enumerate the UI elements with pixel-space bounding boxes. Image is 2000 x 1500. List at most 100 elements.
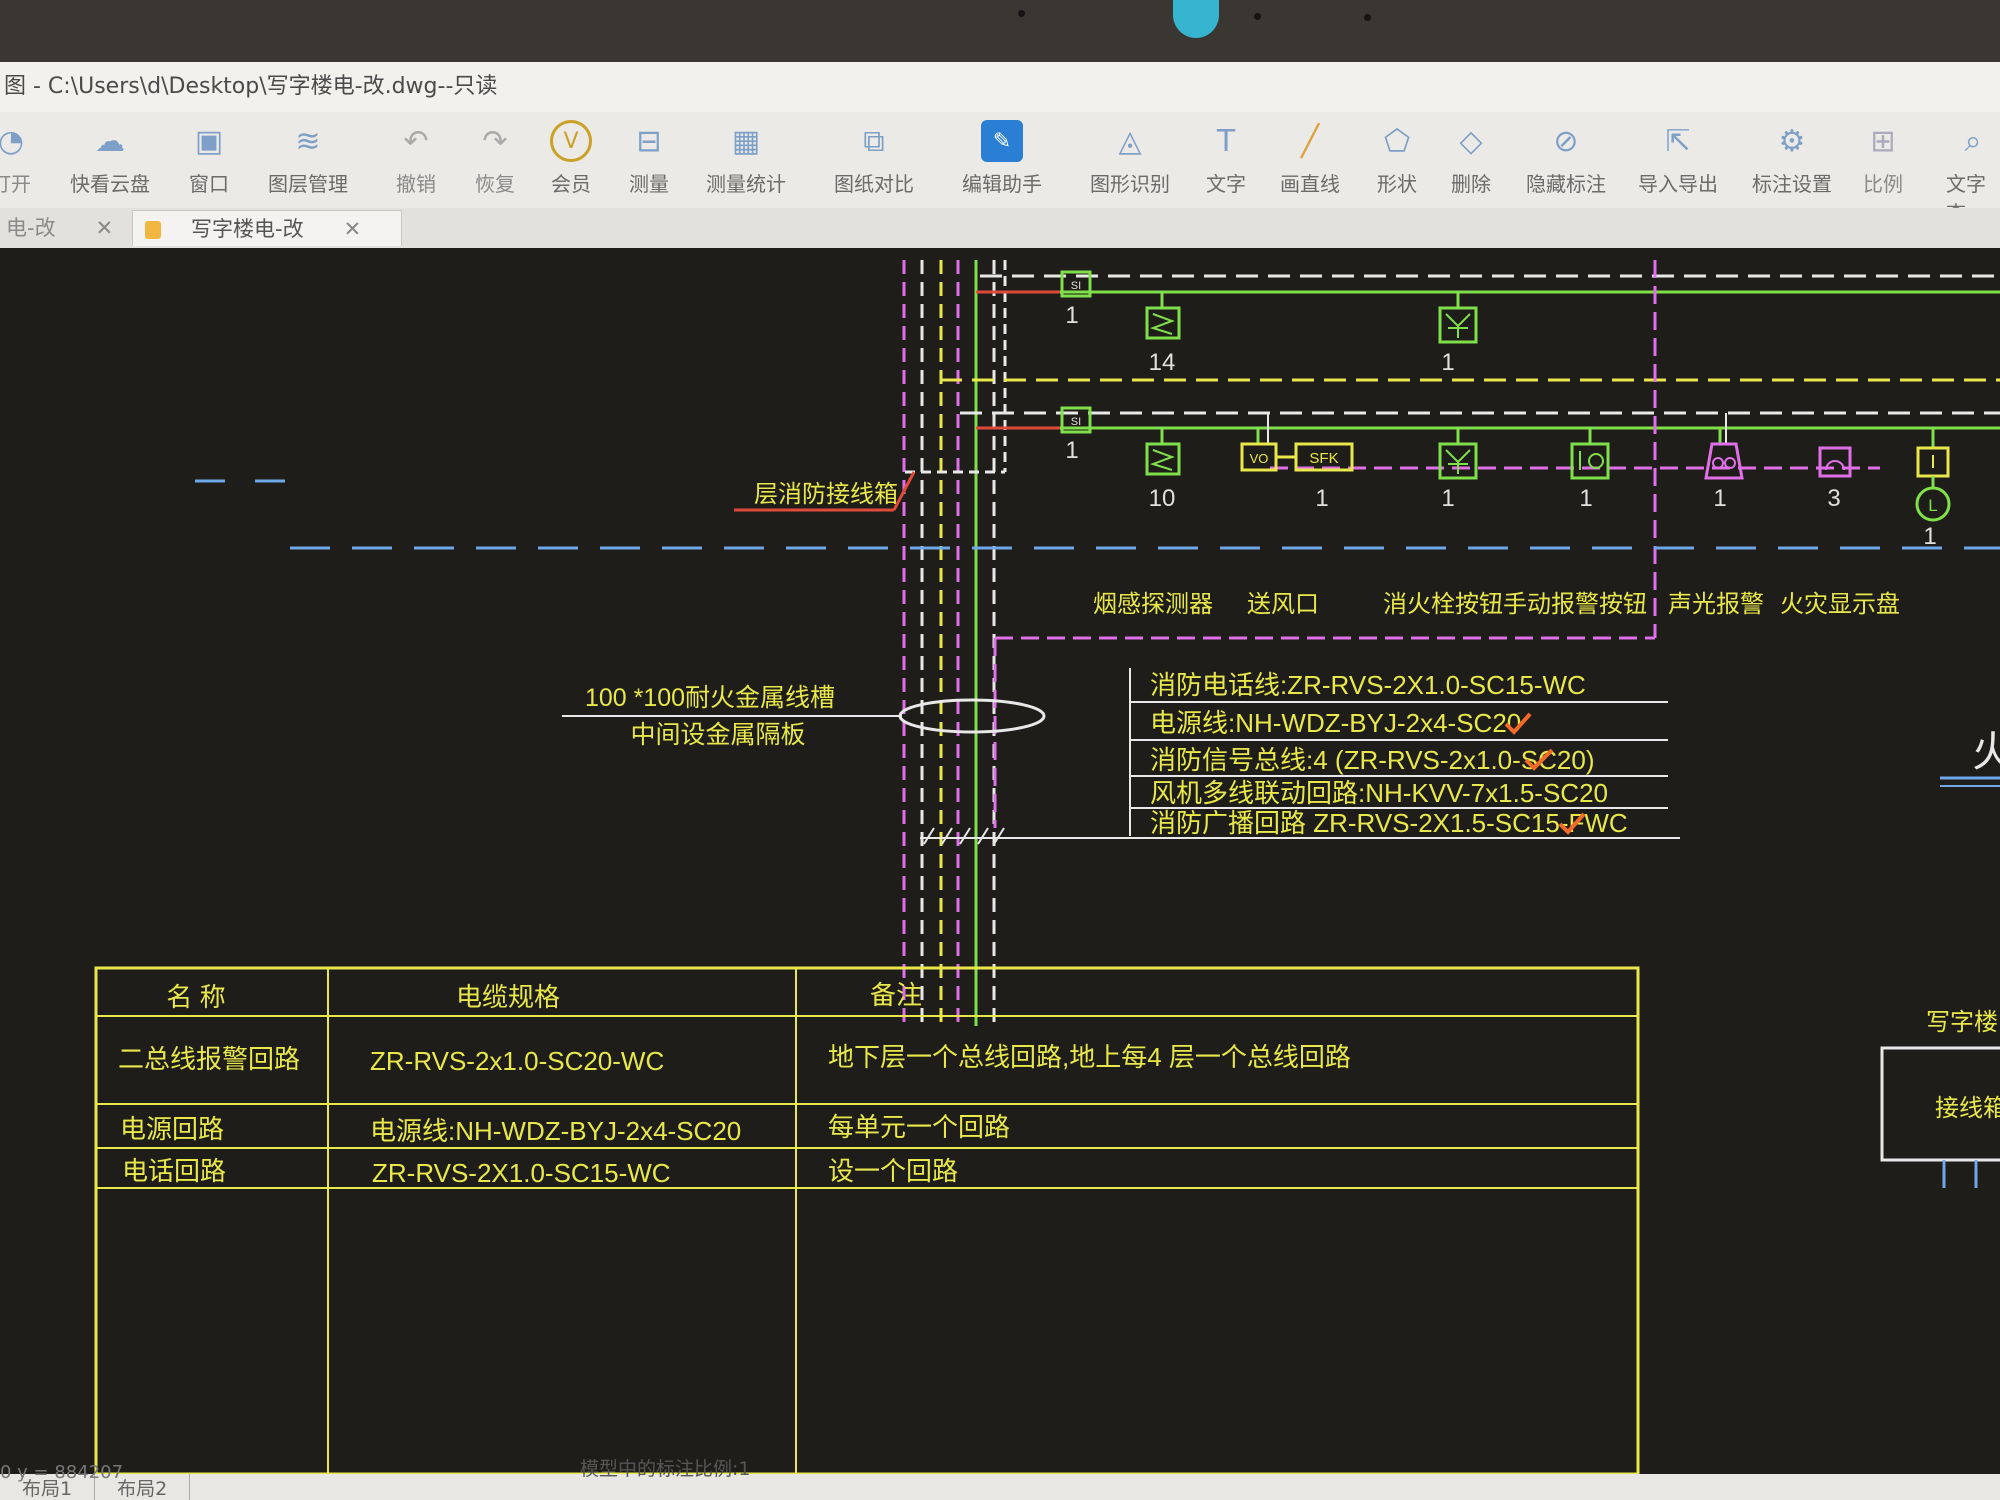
toolbar-line-button[interactable]: ╱ 画直线: [1280, 120, 1340, 197]
counts-row1: 1 14 1: [1065, 302, 1454, 376]
edit-helper-icon: ✎: [981, 120, 1023, 162]
main-toolbar: ◔ 打开 ☁ 快看云盘 ▣ 窗口 ≋ 图层管理 ↶ 撤销 ↷ 恢复 V 会员 ⊟ 测量 ▦ 测量统…: [0, 112, 2000, 225]
shape-icon: ⬠: [1383, 123, 1411, 159]
device-name-label: 消火栓按钮: [1383, 591, 1503, 618]
table-cell: ZR-RVS-2x1.0-SC20-WC: [370, 1046, 664, 1076]
manual-alarm-button[interactable]: [1570, 428, 1610, 480]
device-name-label: 声光报警: [1668, 591, 1764, 618]
device-name-label: 火灾显示盘: [1780, 591, 1900, 618]
count-label: 1: [1065, 437, 1078, 464]
toolbar-measure-stats-button[interactable]: ▦ 测量统计: [706, 120, 786, 197]
text-icon: T: [1216, 123, 1236, 159]
toolbar-cloud-button[interactable]: ☁ 快看云盘: [70, 120, 150, 197]
table-header: 电缆规格: [456, 982, 560, 1012]
table-cell: 电源线:NH-WDZ-BYJ-2x4-SC20: [370, 1116, 741, 1146]
table-header: 名 称: [166, 982, 225, 1012]
vo-module[interactable]: VO SFK: [1240, 413, 1354, 472]
metal-trunking: 100 *100耐火金属线槽 中间设金属隔板: [562, 684, 1046, 749]
svg-text:VO: VO: [1250, 451, 1269, 466]
floor-junction-box-label: 层消防接线箱: [734, 471, 916, 512]
smoke-detector-row1[interactable]: [1145, 292, 1181, 340]
text-search-icon: ⌕: [1964, 123, 1982, 159]
toolbar-redo-button[interactable]: ↷ 恢复: [474, 120, 516, 197]
count-label: 1: [1579, 485, 1592, 512]
count-label: 3: [1827, 485, 1840, 512]
app-screen: 图 - C:\Users\d\Desktop\写字楼电-改.dwg--只读 ◔ 打…: [0, 62, 2000, 1500]
annotation-settings-icon: ⚙: [1778, 123, 1806, 159]
l-module[interactable]: L: [1915, 428, 1951, 522]
table-header: 备注: [870, 980, 922, 1010]
redo-icon: ↷: [482, 123, 508, 159]
close-icon[interactable]: ✕: [344, 217, 362, 241]
right-box-label: 接线箱: [1935, 1095, 2000, 1122]
toolbar-compare-button[interactable]: ⧉ 图纸对比: [834, 120, 914, 197]
status-bar: [0, 1474, 2000, 1500]
drawing-canvas[interactable]: SI SI VO SFK L 1 14 1 1 10 1 1 1 1 3 1 层…: [0, 248, 2000, 1474]
annotation-scale: 模型中的标注比例:1: [580, 1458, 751, 1480]
ruler-icon: ⊟: [636, 123, 662, 159]
svg-text:100 *100耐火金属线槽: 100 *100耐火金属线槽: [585, 684, 835, 712]
lock-icon: [145, 221, 161, 239]
toolbar-undo-button[interactable]: ↶ 撤销: [395, 120, 437, 197]
toolbar-measure-button[interactable]: ⊟ 测量: [628, 120, 670, 197]
hydrant-button-row1[interactable]: [1438, 292, 1478, 344]
scale-icon: ⊞: [1870, 123, 1896, 159]
monitor-bezel: [0, 0, 2000, 62]
document-tabbar: 电-改 ✕ 写字楼电-改 ✕: [0, 208, 2000, 249]
compare-icon: ⧉: [863, 123, 885, 159]
toolbar-open-button[interactable]: ◔ 打开: [0, 120, 32, 197]
smoke-detector-row2[interactable]: [1145, 428, 1181, 476]
svg-text:SI: SI: [1071, 416, 1081, 428]
toolbar-delete-button[interactable]: ◇ 删除: [1450, 120, 1492, 197]
toolbar-import-export-button[interactable]: ⇱ 导入导出: [1638, 120, 1718, 197]
toolbar-shape-recognize-button[interactable]: ◬ 图形识别: [1090, 120, 1170, 197]
import-export-icon: ⇱: [1665, 123, 1691, 159]
toolbar-scale-button[interactable]: ⊞ 比例: [1862, 120, 1904, 197]
table-cell: 设一个回路: [828, 1156, 958, 1186]
toolbar-edit-helper-button[interactable]: ✎ 编辑助手: [962, 120, 1042, 197]
close-icon[interactable]: ✕: [96, 216, 114, 240]
toolbar-shape-button[interactable]: ⬠ 形状: [1376, 120, 1418, 197]
table-cell: 电话回路: [122, 1156, 226, 1186]
riser-ticks: [923, 827, 1005, 845]
eraser-icon: ◇: [1459, 123, 1483, 159]
svg-text:中间设金属隔板: 中间设金属隔板: [630, 721, 805, 749]
device-name-label: 烟感探测器: [1093, 591, 1213, 618]
count-label: 1: [1065, 302, 1078, 329]
count-label: 1: [1315, 485, 1328, 512]
svg-text:SFK: SFK: [1309, 450, 1338, 467]
legend-line: 消防广播回路 ZR-RVS-2X1.5-SC15-FWC: [1150, 808, 1628, 838]
toolbar-vip-button[interactable]: V 会员: [550, 120, 592, 197]
toolbar-layers-button[interactable]: ≋ 图层管理: [268, 120, 348, 197]
cursor-coordinates: 0 y = 884207: [0, 1462, 124, 1483]
fire-display-panel[interactable]: [1818, 446, 1852, 478]
toolbar-hide-annotations-button[interactable]: ⊘ 隐藏标注: [1526, 120, 1606, 197]
table-cell: 每单元一个回路: [828, 1112, 1010, 1142]
device-name-label: 送风口: [1247, 591, 1319, 618]
table-cell: 电源回路: [120, 1114, 224, 1144]
webcam: [1173, 0, 1219, 38]
toolbar-window-button[interactable]: ▣ 窗口: [188, 120, 230, 197]
horizontal-runs: [195, 260, 2000, 828]
count-label: 1: [1441, 485, 1454, 512]
window-title: 图 - C:\Users\d\Desktop\写字楼电-改.dwg--只读: [0, 62, 2000, 112]
count-label: 1: [1923, 523, 1936, 550]
folder-open-icon: ◔: [0, 123, 25, 159]
toolbar-annotation-settings-button[interactable]: ⚙ 标注设置: [1752, 120, 1832, 197]
fire-partial-label: 火: [1972, 728, 2000, 775]
toolbar-text-button[interactable]: T 文字: [1205, 120, 1247, 197]
undo-icon: ↶: [403, 123, 429, 159]
legend-line: 风机多线联动回路:NH-KVV-7x1.5-SC20: [1150, 778, 1608, 808]
cable-spec-table: 名 称 电缆规格 备注 二总线报警回路 ZR-RVS-2x1.0-SC20-WC…: [94, 966, 1640, 1474]
tab-document-1[interactable]: 电-改 ✕: [0, 210, 126, 246]
bezel-dot: [1254, 13, 1261, 20]
measure-stats-icon: ▦: [731, 123, 761, 159]
svg-text:层消防接线箱: 层消防接线箱: [754, 481, 898, 508]
svg-text:L: L: [1928, 496, 1937, 515]
hydrant-button-row2[interactable]: [1438, 428, 1478, 480]
tab-document-2[interactable]: 写字楼电-改 ✕: [132, 210, 402, 246]
table-cell: 地下层一个总线回路,地上每4 层一个总线回路: [828, 1042, 1351, 1072]
table-cell: 二总线报警回路: [118, 1044, 300, 1074]
vip-badge-icon: V: [550, 120, 592, 162]
device-names: 烟感探测器 送风口 消火栓按钮 手动报警按钮 声光报警 火灾显示盘: [1093, 591, 1900, 618]
